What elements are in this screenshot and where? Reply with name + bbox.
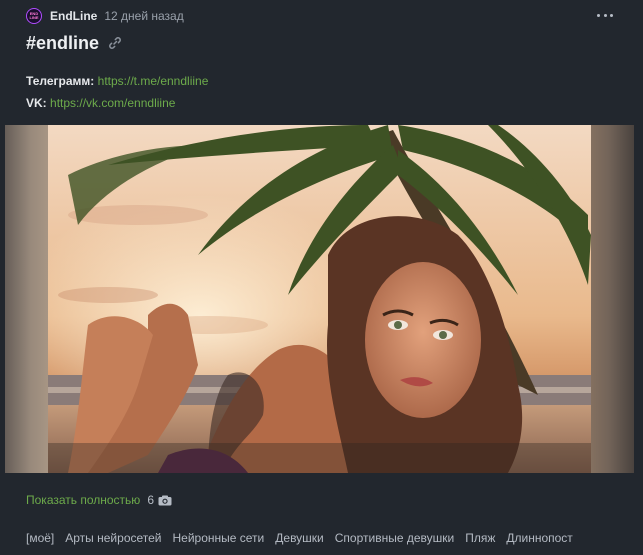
tag-item[interactable]: Девушки — [275, 531, 324, 545]
author-name[interactable]: EndLine — [50, 9, 97, 23]
more-dots-icon[interactable] — [597, 8, 613, 22]
avatar[interactable]: END LINE — [26, 8, 42, 24]
post-footer: Показать полностью 6 — [26, 493, 172, 507]
tag-item[interactable]: [моё] — [26, 531, 54, 545]
link-icon[interactable] — [108, 36, 122, 50]
vk-label: VK: — [26, 96, 47, 110]
beach-photo[interactable] — [48, 125, 591, 473]
post-image[interactable] — [5, 125, 634, 473]
tag-list: [моё] Арты нейросетей Нейронные сети Дев… — [26, 531, 584, 545]
image-blur-left — [5, 125, 48, 473]
post-title-row: #endline — [26, 30, 122, 56]
vk-line: VK: https://vk.com/enndliine — [26, 96, 175, 110]
post-time[interactable]: 12 дней назад — [104, 9, 183, 23]
image-blur-right — [591, 125, 634, 473]
tag-item[interactable]: Нейронные сети — [173, 531, 265, 545]
tag-item[interactable]: Пляж — [465, 531, 495, 545]
show-full-link[interactable]: Показать полностью — [26, 493, 140, 507]
telegram-label: Телеграмм: — [26, 74, 95, 88]
vk-link[interactable]: https://vk.com/enndliine — [50, 96, 175, 110]
tag-item[interactable]: Длиннопост — [506, 531, 572, 545]
telegram-line: Телеграмм: https://t.me/enndliine — [26, 74, 208, 88]
telegram-link[interactable]: https://t.me/enndliine — [98, 74, 209, 88]
post-title[interactable]: #endline — [26, 33, 99, 54]
post-header: END LINE EndLine 12 дней назад — [26, 6, 613, 26]
camera-icon — [158, 495, 172, 505]
tag-item[interactable]: Спортивные девушки — [335, 531, 454, 545]
tag-item[interactable]: Арты нейросетей — [65, 531, 161, 545]
image-count: 6 — [147, 493, 154, 507]
